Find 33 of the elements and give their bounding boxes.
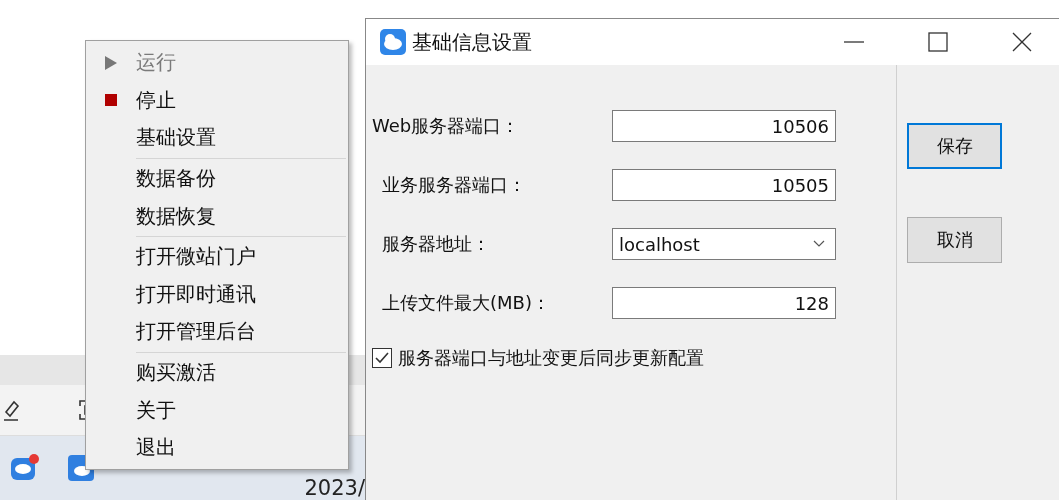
chat-app-icon[interactable] bbox=[10, 454, 40, 482]
play-icon bbox=[105, 55, 117, 70]
menu-item[interactable]: 购买激活 bbox=[86, 353, 348, 392]
input-field[interactable]: 128 bbox=[612, 287, 836, 319]
menu-item[interactable]: 打开微站门户 bbox=[86, 237, 348, 276]
pen-icon[interactable] bbox=[2, 398, 20, 422]
field-label: 服务器地址： bbox=[381, 232, 491, 256]
menu-item[interactable]: 关于 bbox=[86, 391, 348, 429]
dialog-button[interactable]: 保存 bbox=[907, 123, 1002, 169]
taskbar-clock: 2023/ bbox=[304, 476, 365, 500]
close-icon[interactable] bbox=[1012, 32, 1032, 52]
chevron-down-icon bbox=[813, 240, 825, 248]
stop-icon bbox=[105, 94, 117, 107]
menu-item[interactable]: 打开即时通讯 bbox=[86, 275, 348, 314]
input-field[interactable]: 10506 bbox=[612, 110, 836, 142]
field-label: 上传文件最大(MB)： bbox=[381, 291, 551, 315]
input-field[interactable]: 10505 bbox=[612, 169, 836, 201]
menu-item[interactable]: 数据恢复 bbox=[86, 197, 348, 235]
window-title: 基础信息设置 bbox=[412, 28, 532, 56]
checkbox[interactable] bbox=[372, 348, 392, 368]
maximize-icon[interactable] bbox=[928, 32, 948, 52]
menu-item[interactable]: 数据备份 bbox=[86, 159, 348, 198]
checkbox-label: 服务器端口与地址变更后同步更新配置 bbox=[398, 346, 704, 370]
check-icon bbox=[374, 350, 390, 366]
app-cloud-icon bbox=[380, 29, 406, 55]
menu-item[interactable]: 打开管理后台 bbox=[86, 313, 348, 351]
address-dropdown[interactable]: localhost bbox=[612, 228, 836, 260]
field-label: Web服务器端口： bbox=[371, 114, 521, 138]
dialog-button[interactable]: 取消 bbox=[907, 217, 1002, 263]
menu-item[interactable]: 停止 bbox=[86, 81, 348, 120]
menu-item[interactable]: 退出 bbox=[86, 428, 348, 467]
menu-item[interactable]: 基础设置 bbox=[86, 119, 348, 157]
field-label: 业务服务器端口： bbox=[381, 173, 527, 197]
